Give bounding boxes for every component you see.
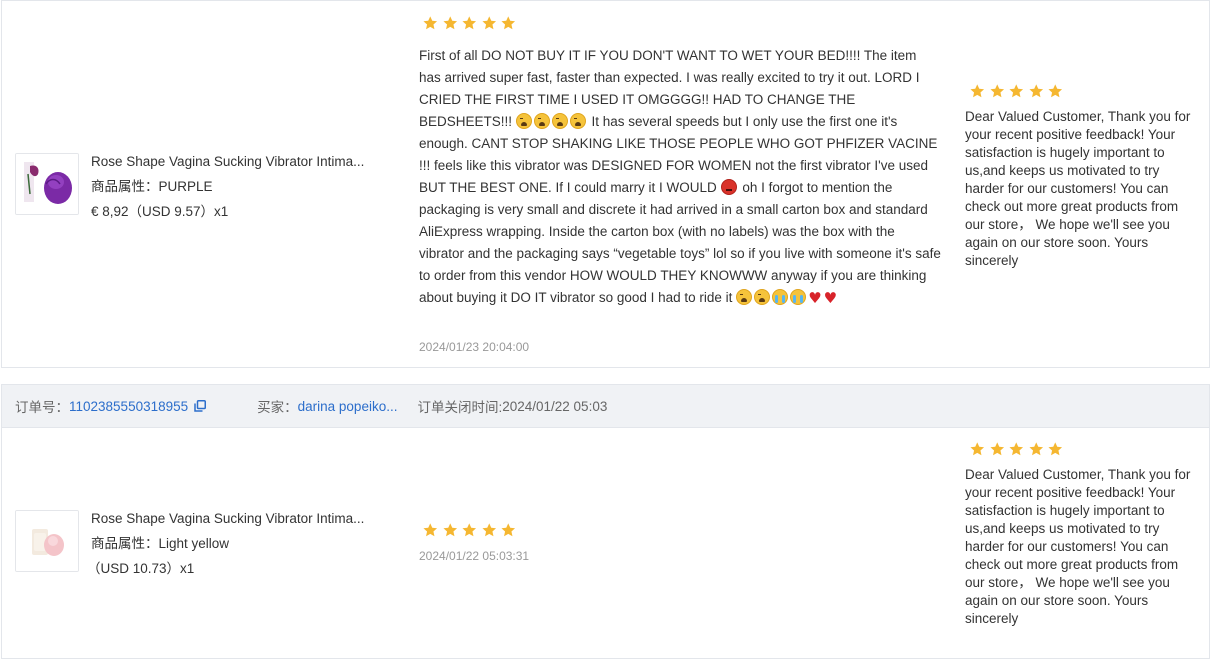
buyer-link[interactable]: darina popeiko... — [298, 399, 398, 414]
product-thumbnail-purple[interactable] — [15, 153, 79, 215]
weary-emoji-icon — [736, 289, 753, 305]
order-number-link[interactable]: 1102385550318955 — [69, 399, 188, 414]
product-title[interactable]: Rose Shape Vagina Sucking Vibrator Intim… — [91, 153, 391, 171]
order-info-bar: 订单号： 1102385550318955 买家： darina popeiko… — [1, 384, 1210, 428]
weary-emoji-icon — [569, 113, 586, 129]
product-attribute: 商品属性：PURPLE — [91, 179, 213, 194]
star-icon — [1028, 83, 1045, 99]
star-icon — [442, 15, 459, 31]
weary-emoji-icon — [533, 113, 550, 129]
review-date: 2024/01/23 20:04:00 — [419, 340, 530, 354]
crying-emoji-icon — [772, 289, 789, 305]
product-price: （USD 10.73）x1 — [87, 561, 195, 576]
star-icon — [481, 522, 498, 538]
review-text: First of all DO NOT BUY IT IF YOU DON'T … — [419, 45, 941, 309]
star-icon — [1008, 83, 1025, 99]
product-price: € 8,92（USD 9.57）x1 — [91, 204, 229, 219]
star-icon — [442, 522, 459, 538]
review-date: 2024/01/22 05:03:31 — [419, 549, 530, 563]
heart-icon: ♥ — [808, 289, 822, 307]
review-card: Rose Shape Vagina Sucking Vibrator Intim… — [1, 428, 1210, 659]
reply-rating — [969, 441, 1064, 457]
star-icon — [1028, 441, 1045, 457]
product-info: Rose Shape Vagina Sucking Vibrator Intim… — [15, 510, 391, 578]
product-thumbnail-yellow[interactable] — [15, 510, 79, 572]
review-rating — [422, 15, 517, 31]
product-info: Rose Shape Vagina Sucking Vibrator Intim… — [15, 153, 391, 221]
order-number-label: 订单号： — [15, 400, 69, 415]
star-icon — [1047, 83, 1064, 99]
buyer-label: 买家： — [257, 400, 298, 415]
seller-reply: Dear Valued Customer, Thank you for your… — [965, 109, 1191, 268]
review-card: Rose Shape Vagina Sucking Vibrator Intim… — [1, 0, 1210, 368]
heart-icon: ♥ — [823, 289, 838, 307]
reply-rating — [969, 83, 1064, 99]
star-icon — [461, 522, 478, 538]
star-icon — [422, 522, 439, 538]
star-icon — [422, 15, 439, 31]
order-closed-time: 2024/01/22 05:03 — [502, 398, 608, 414]
crying-emoji-icon — [790, 289, 807, 305]
star-icon — [989, 83, 1006, 99]
product-title[interactable]: Rose Shape Vagina Sucking Vibrator Intim… — [91, 510, 391, 528]
star-icon — [461, 15, 478, 31]
weary-emoji-icon — [515, 113, 532, 129]
copy-icon[interactable] — [194, 400, 207, 412]
product-attribute: 商品属性：Light yellow — [91, 536, 230, 551]
star-icon — [1008, 441, 1025, 457]
order-closed-label: 订单关闭时间: — [417, 400, 503, 415]
review-rating — [422, 522, 517, 538]
review-text-part: oh I forgot to mention the packaging is … — [419, 180, 941, 305]
star-icon — [989, 441, 1006, 457]
star-icon — [969, 441, 986, 457]
star-icon — [500, 15, 517, 31]
star-icon — [481, 15, 498, 31]
star-icon — [500, 522, 517, 538]
angry-emoji-icon — [720, 179, 737, 195]
star-icon — [1047, 441, 1064, 457]
seller-reply: Dear Valued Customer, Thank you for your… — [965, 467, 1191, 626]
weary-emoji-icon — [551, 113, 568, 129]
weary-emoji-icon — [754, 289, 771, 305]
star-icon — [969, 83, 986, 99]
